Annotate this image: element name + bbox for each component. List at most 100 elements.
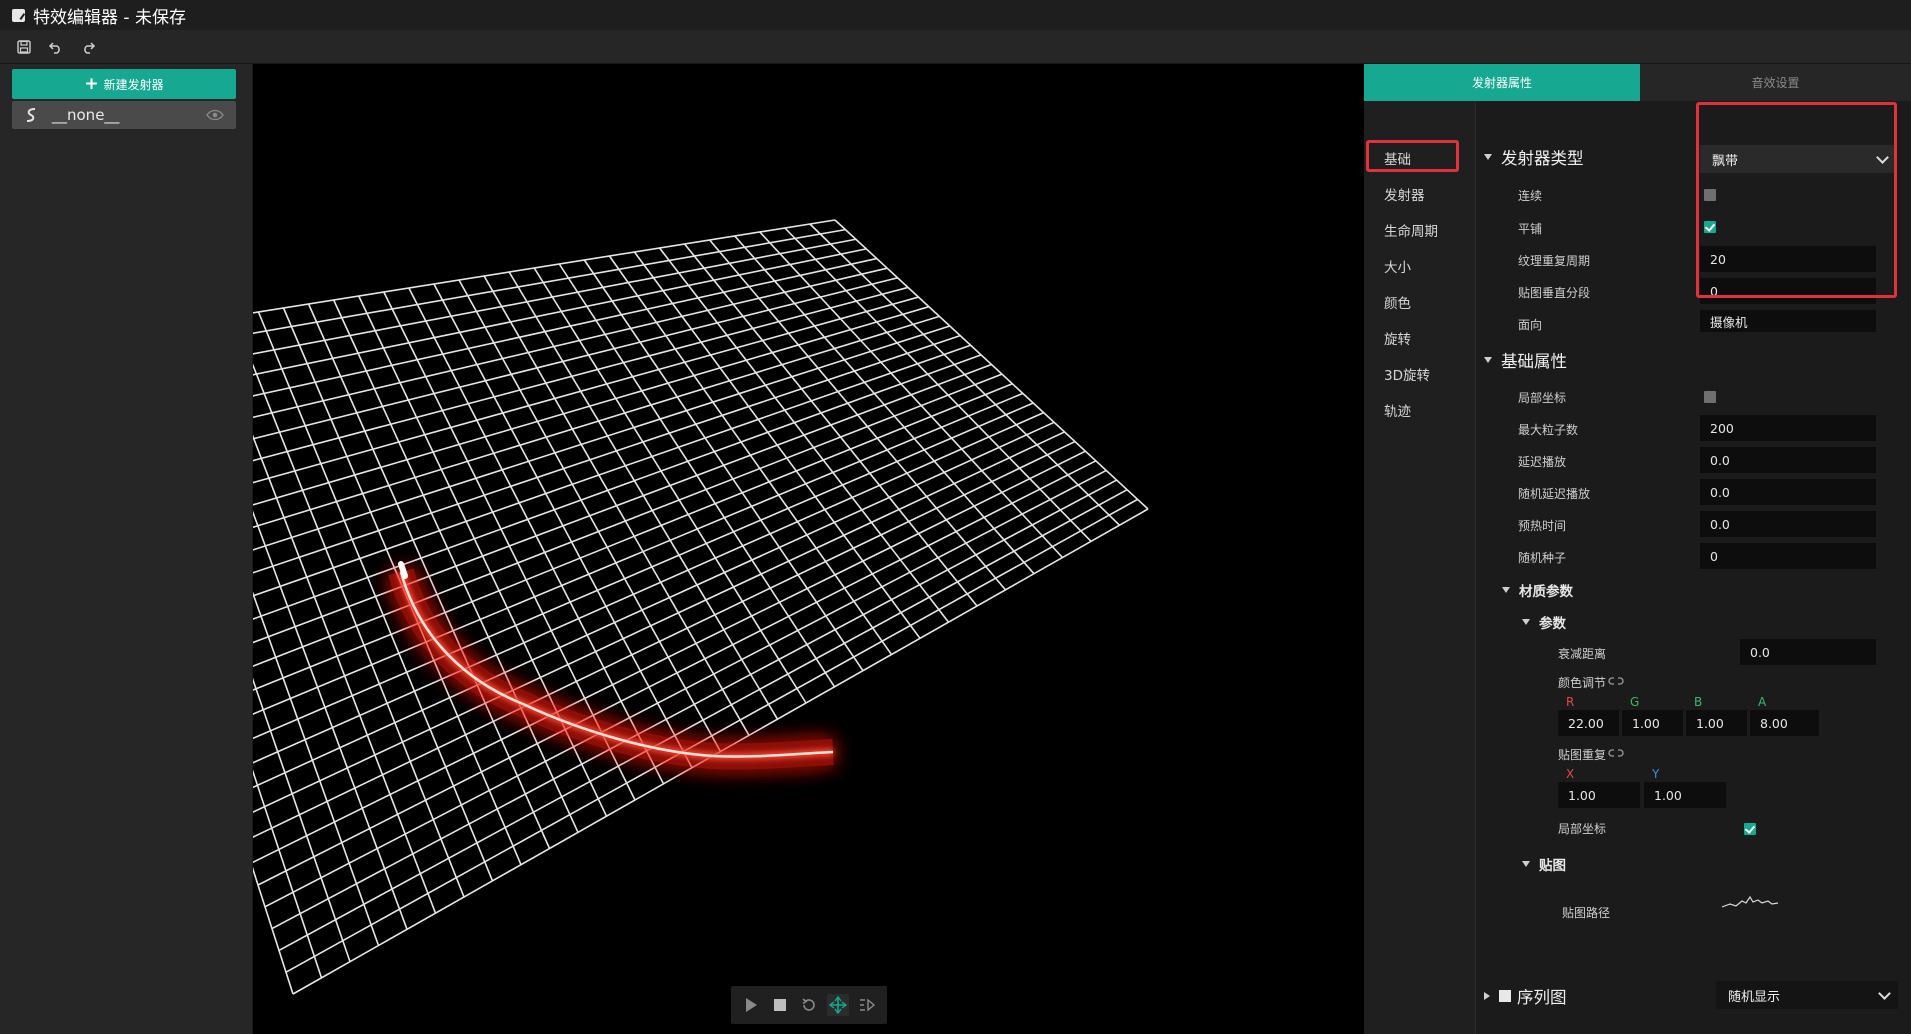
facing-select[interactable]: 摄像机 [1700, 310, 1876, 332]
material-local-coords-label: 局部坐标 [1558, 822, 1607, 836]
save-icon[interactable] [14, 37, 34, 57]
caret-down-icon [1484, 154, 1492, 160]
emitter-list-panel: + 新建发射器 __none__ [0, 64, 253, 1034]
link-icon[interactable] [1608, 748, 1624, 758]
local-coords-checkbox[interactable] [1704, 391, 1716, 403]
scene-canvas[interactable] [253, 64, 1364, 1034]
continuous-checkbox[interactable] [1704, 189, 1716, 201]
ground-grid [253, 219, 1149, 995]
ribbon-effect [388, 561, 834, 770]
new-emitter-button[interactable]: + 新建发射器 [12, 69, 236, 99]
caret-right-icon [1484, 992, 1490, 1000]
tab-sound-settings[interactable]: 音效设置 [1640, 64, 1911, 101]
transform-gizmo-icon[interactable] [826, 994, 849, 1016]
material-title: 材质参数 [1519, 584, 1573, 600]
step-icon[interactable] [856, 994, 878, 1016]
section-base-title: 基础属性 [1501, 352, 1567, 371]
category-trail[interactable]: 轨迹 [1384, 400, 1411, 420]
texture-repeat-input[interactable]: 20 [1700, 246, 1876, 272]
ribbon-emitter-icon [26, 108, 36, 122]
tab-bar: 发射器属性 音效设置 [1364, 64, 1911, 101]
color-a-input[interactable]: 8.00 [1750, 710, 1819, 736]
scene-viewport[interactable] [253, 64, 1364, 1034]
tile-checkbox[interactable] [1704, 221, 1716, 233]
replay-icon[interactable] [798, 994, 820, 1016]
grid-line [253, 440, 1076, 838]
grid-line [253, 402, 1034, 740]
material-local-coords-checkbox[interactable] [1744, 823, 1756, 835]
section-sequence[interactable]: 序列图 [1484, 984, 1567, 1008]
redo-icon[interactable] [78, 37, 98, 57]
category-size[interactable]: 大小 [1384, 256, 1411, 276]
r-channel-label: R [1566, 695, 1575, 709]
grid-line [253, 383, 1013, 691]
grid-line [253, 267, 888, 419]
grid-line [533, 267, 807, 704]
section-base-properties[interactable]: 基础属性 [1484, 348, 1567, 372]
color-g-input[interactable]: 1.00 [1622, 710, 1683, 736]
section-texture[interactable]: 贴图 [1522, 854, 1566, 874]
category-3d-rotation[interactable]: 3D旋转 [1384, 364, 1430, 384]
falloff-label: 衰减距离 [1558, 647, 1607, 661]
grid-line [784, 227, 1092, 542]
vertical-segments-input[interactable]: 0 [1700, 278, 1876, 304]
max-particles-label: 最大粒子数 [1518, 423, 1579, 437]
play-icon[interactable] [740, 994, 762, 1016]
g-channel-label: G [1630, 695, 1640, 709]
delay-input[interactable]: 0.0 [1700, 447, 1876, 473]
random-delay-label: 随机延迟播放 [1518, 487, 1591, 501]
property-list: 发射器类型 飘带 连续 平铺 纹理重复周期 20 贴图垂直分段 0 面向 摄像机… [1476, 101, 1911, 1034]
section-material-params[interactable]: 材质参数 [1502, 580, 1573, 600]
texture-thumbnail[interactable] [1720, 891, 1780, 915]
color-r-input[interactable]: 22.00 [1558, 710, 1619, 736]
grid-line [253, 334, 961, 574]
undo-icon[interactable] [46, 37, 66, 57]
random-delay-input[interactable]: 0.0 [1700, 479, 1876, 505]
texture-title: 贴图 [1539, 858, 1566, 874]
category-rotation[interactable]: 旋转 [1384, 328, 1411, 348]
category-emitter[interactable]: 发射器 [1384, 184, 1425, 204]
texture-repeat-y-input[interactable]: 1.00 [1644, 782, 1726, 808]
texture-path-label: 贴图路径 [1562, 906, 1611, 920]
caret-down-icon [1502, 587, 1510, 593]
sequence-select[interactable]: 随机显示 [1716, 981, 1898, 1009]
category-color[interactable]: 颜色 [1384, 292, 1411, 312]
stop-icon[interactable] [769, 994, 791, 1016]
tab-emitter-properties[interactable]: 发射器属性 [1364, 64, 1640, 101]
emitter-name: __none__ [52, 106, 120, 124]
properties-panel: 发射器属性 音效设置 基础 发射器 生命周期 大小 颜色 旋转 3D旋转 轨迹 … [1364, 64, 1911, 1034]
playback-controls [731, 986, 887, 1024]
delay-label: 延迟播放 [1518, 455, 1567, 469]
falloff-input[interactable]: 0.0 [1740, 639, 1876, 665]
max-particles-input[interactable]: 200 [1700, 415, 1876, 441]
grid-line [253, 450, 1086, 864]
section-params[interactable]: 参数 [1522, 612, 1566, 632]
prewarm-input[interactable]: 0.0 [1700, 511, 1876, 537]
category-lifetime[interactable]: 生命周期 [1384, 220, 1438, 240]
section-emitter-type-title: 发射器类型 [1501, 149, 1584, 168]
grid-line [253, 510, 408, 930]
grid-line [271, 479, 1118, 930]
grid-line [759, 231, 1064, 559]
square-checkbox-icon[interactable] [1499, 990, 1511, 1002]
chevron-down-icon [1878, 987, 1891, 1000]
plus-icon: + [84, 74, 99, 94]
emitter-type-select[interactable]: 飘带 [1700, 145, 1896, 173]
color-b-input[interactable]: 1.00 [1686, 710, 1747, 736]
emitter-item[interactable]: __none__ [12, 101, 236, 129]
texture-repeat-x-input[interactable]: 1.00 [1558, 782, 1640, 808]
grid-line [257, 460, 1097, 886]
seed-label: 随机种子 [1518, 551, 1567, 565]
texture-repeat-label: 纹理重复周期 [1518, 254, 1591, 268]
eye-icon[interactable] [206, 109, 224, 121]
tile-label: 平铺 [1518, 222, 1543, 236]
section-emitter-type[interactable]: 发射器类型 [1484, 145, 1584, 169]
category-selected-highlight [1366, 140, 1459, 172]
b-channel-label: B [1694, 695, 1703, 709]
grid-line [809, 223, 1121, 526]
x-axis-label: X [1566, 767, 1575, 781]
facing-label: 面向 [1518, 318, 1543, 332]
seed-input[interactable]: 0 [1700, 543, 1876, 569]
category-basic[interactable]: 基础 [1384, 148, 1411, 168]
link-icon[interactable] [1608, 676, 1624, 686]
